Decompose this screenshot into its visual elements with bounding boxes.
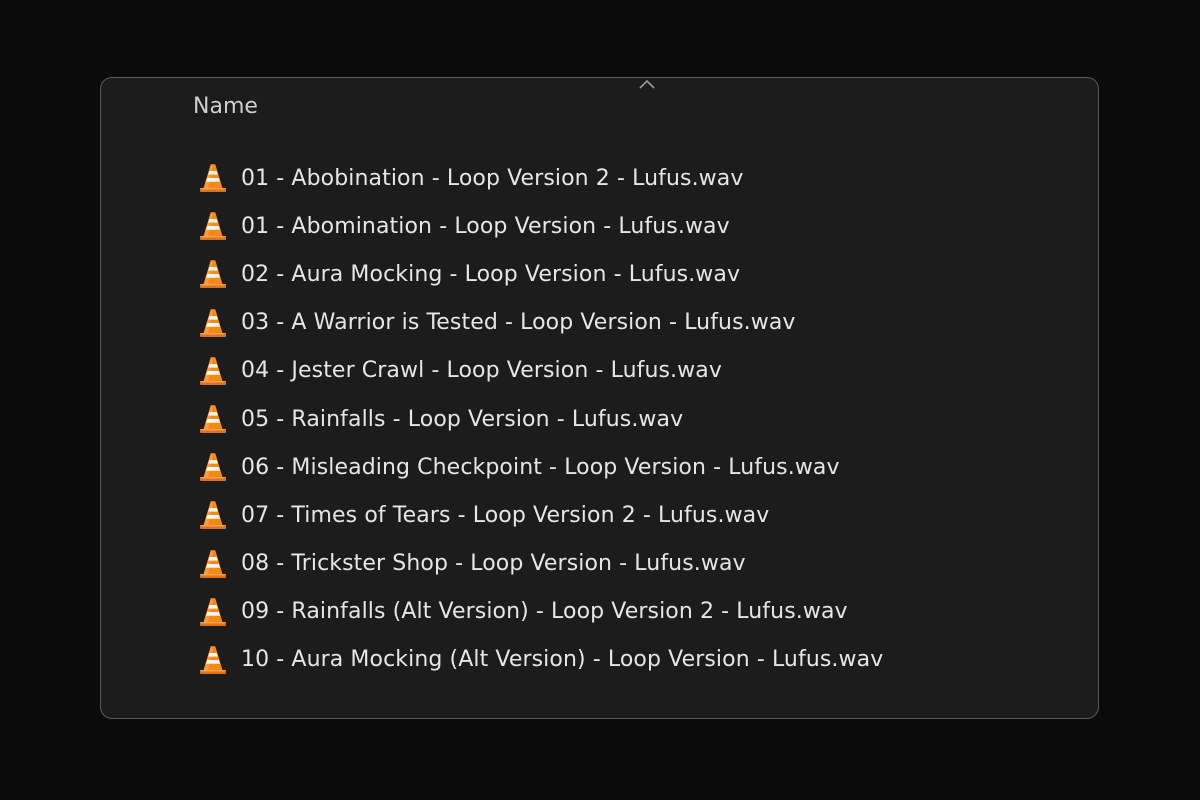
vlc-cone-icon xyxy=(200,212,226,241)
column-header-name[interactable]: Name xyxy=(193,94,258,119)
vlc-cone-icon xyxy=(200,308,226,337)
file-name-label: 09 - Rainfalls (Alt Version) - Loop Vers… xyxy=(241,599,848,625)
file-row[interactable]: 02 - Aura Mocking - Loop Version - Lufus… xyxy=(197,250,883,298)
file-name-label: 02 - Aura Mocking - Loop Version - Lufus… xyxy=(241,261,741,287)
file-row[interactable]: 07 - Times of Tears - Loop Version 2 - L… xyxy=(197,491,883,539)
file-name-label: 03 - A Warrior is Tested - Loop Version … xyxy=(241,310,796,336)
file-row[interactable]: 10 - Aura Mocking (Alt Version) - Loop V… xyxy=(197,636,883,684)
file-name-label: 10 - Aura Mocking (Alt Version) - Loop V… xyxy=(241,647,884,673)
vlc-cone-icon xyxy=(200,405,226,434)
vlc-cone-icon xyxy=(200,549,226,578)
vlc-cone-icon xyxy=(200,501,226,530)
file-row[interactable]: 04 - Jester Crawl - Loop Version - Lufus… xyxy=(197,347,883,395)
file-row[interactable]: 08 - Trickster Shop - Loop Version - Luf… xyxy=(197,540,883,588)
file-name-label: 08 - Trickster Shop - Loop Version - Luf… xyxy=(241,551,746,577)
file-list: 01 - Abobination - Loop Version 2 - Lufu… xyxy=(197,154,883,684)
vlc-cone-icon xyxy=(200,260,226,289)
file-row[interactable]: 05 - Rainfalls - Loop Version - Lufus.wa… xyxy=(197,395,883,443)
vlc-cone-icon xyxy=(200,453,226,482)
file-row[interactable]: 06 - Misleading Checkpoint - Loop Versio… xyxy=(197,443,883,491)
file-explorer-pane: Name 01 - Abobination - Loop Version 2 -… xyxy=(100,77,1099,719)
file-name-label: 04 - Jester Crawl - Loop Version - Lufus… xyxy=(241,358,722,384)
vlc-cone-icon xyxy=(200,164,226,193)
file-name-label: 01 - Abomination - Loop Version - Lufus.… xyxy=(241,213,730,239)
vlc-cone-icon xyxy=(200,356,226,385)
file-row[interactable]: 01 - Abomination - Loop Version - Lufus.… xyxy=(197,202,883,250)
file-name-label: 07 - Times of Tears - Loop Version 2 - L… xyxy=(241,502,770,528)
vlc-cone-icon xyxy=(200,597,226,626)
file-row[interactable]: 03 - A Warrior is Tested - Loop Version … xyxy=(197,299,883,347)
chevron-up-icon[interactable] xyxy=(638,78,656,90)
file-name-label: 06 - Misleading Checkpoint - Loop Versio… xyxy=(241,454,840,480)
file-row[interactable]: 09 - Rainfalls (Alt Version) - Loop Vers… xyxy=(197,588,883,636)
file-name-label: 05 - Rainfalls - Loop Version - Lufus.wa… xyxy=(241,406,684,432)
file-row[interactable]: 01 - Abobination - Loop Version 2 - Lufu… xyxy=(197,154,883,202)
vlc-cone-icon xyxy=(200,645,226,674)
file-name-label: 01 - Abobination - Loop Version 2 - Lufu… xyxy=(241,165,744,191)
